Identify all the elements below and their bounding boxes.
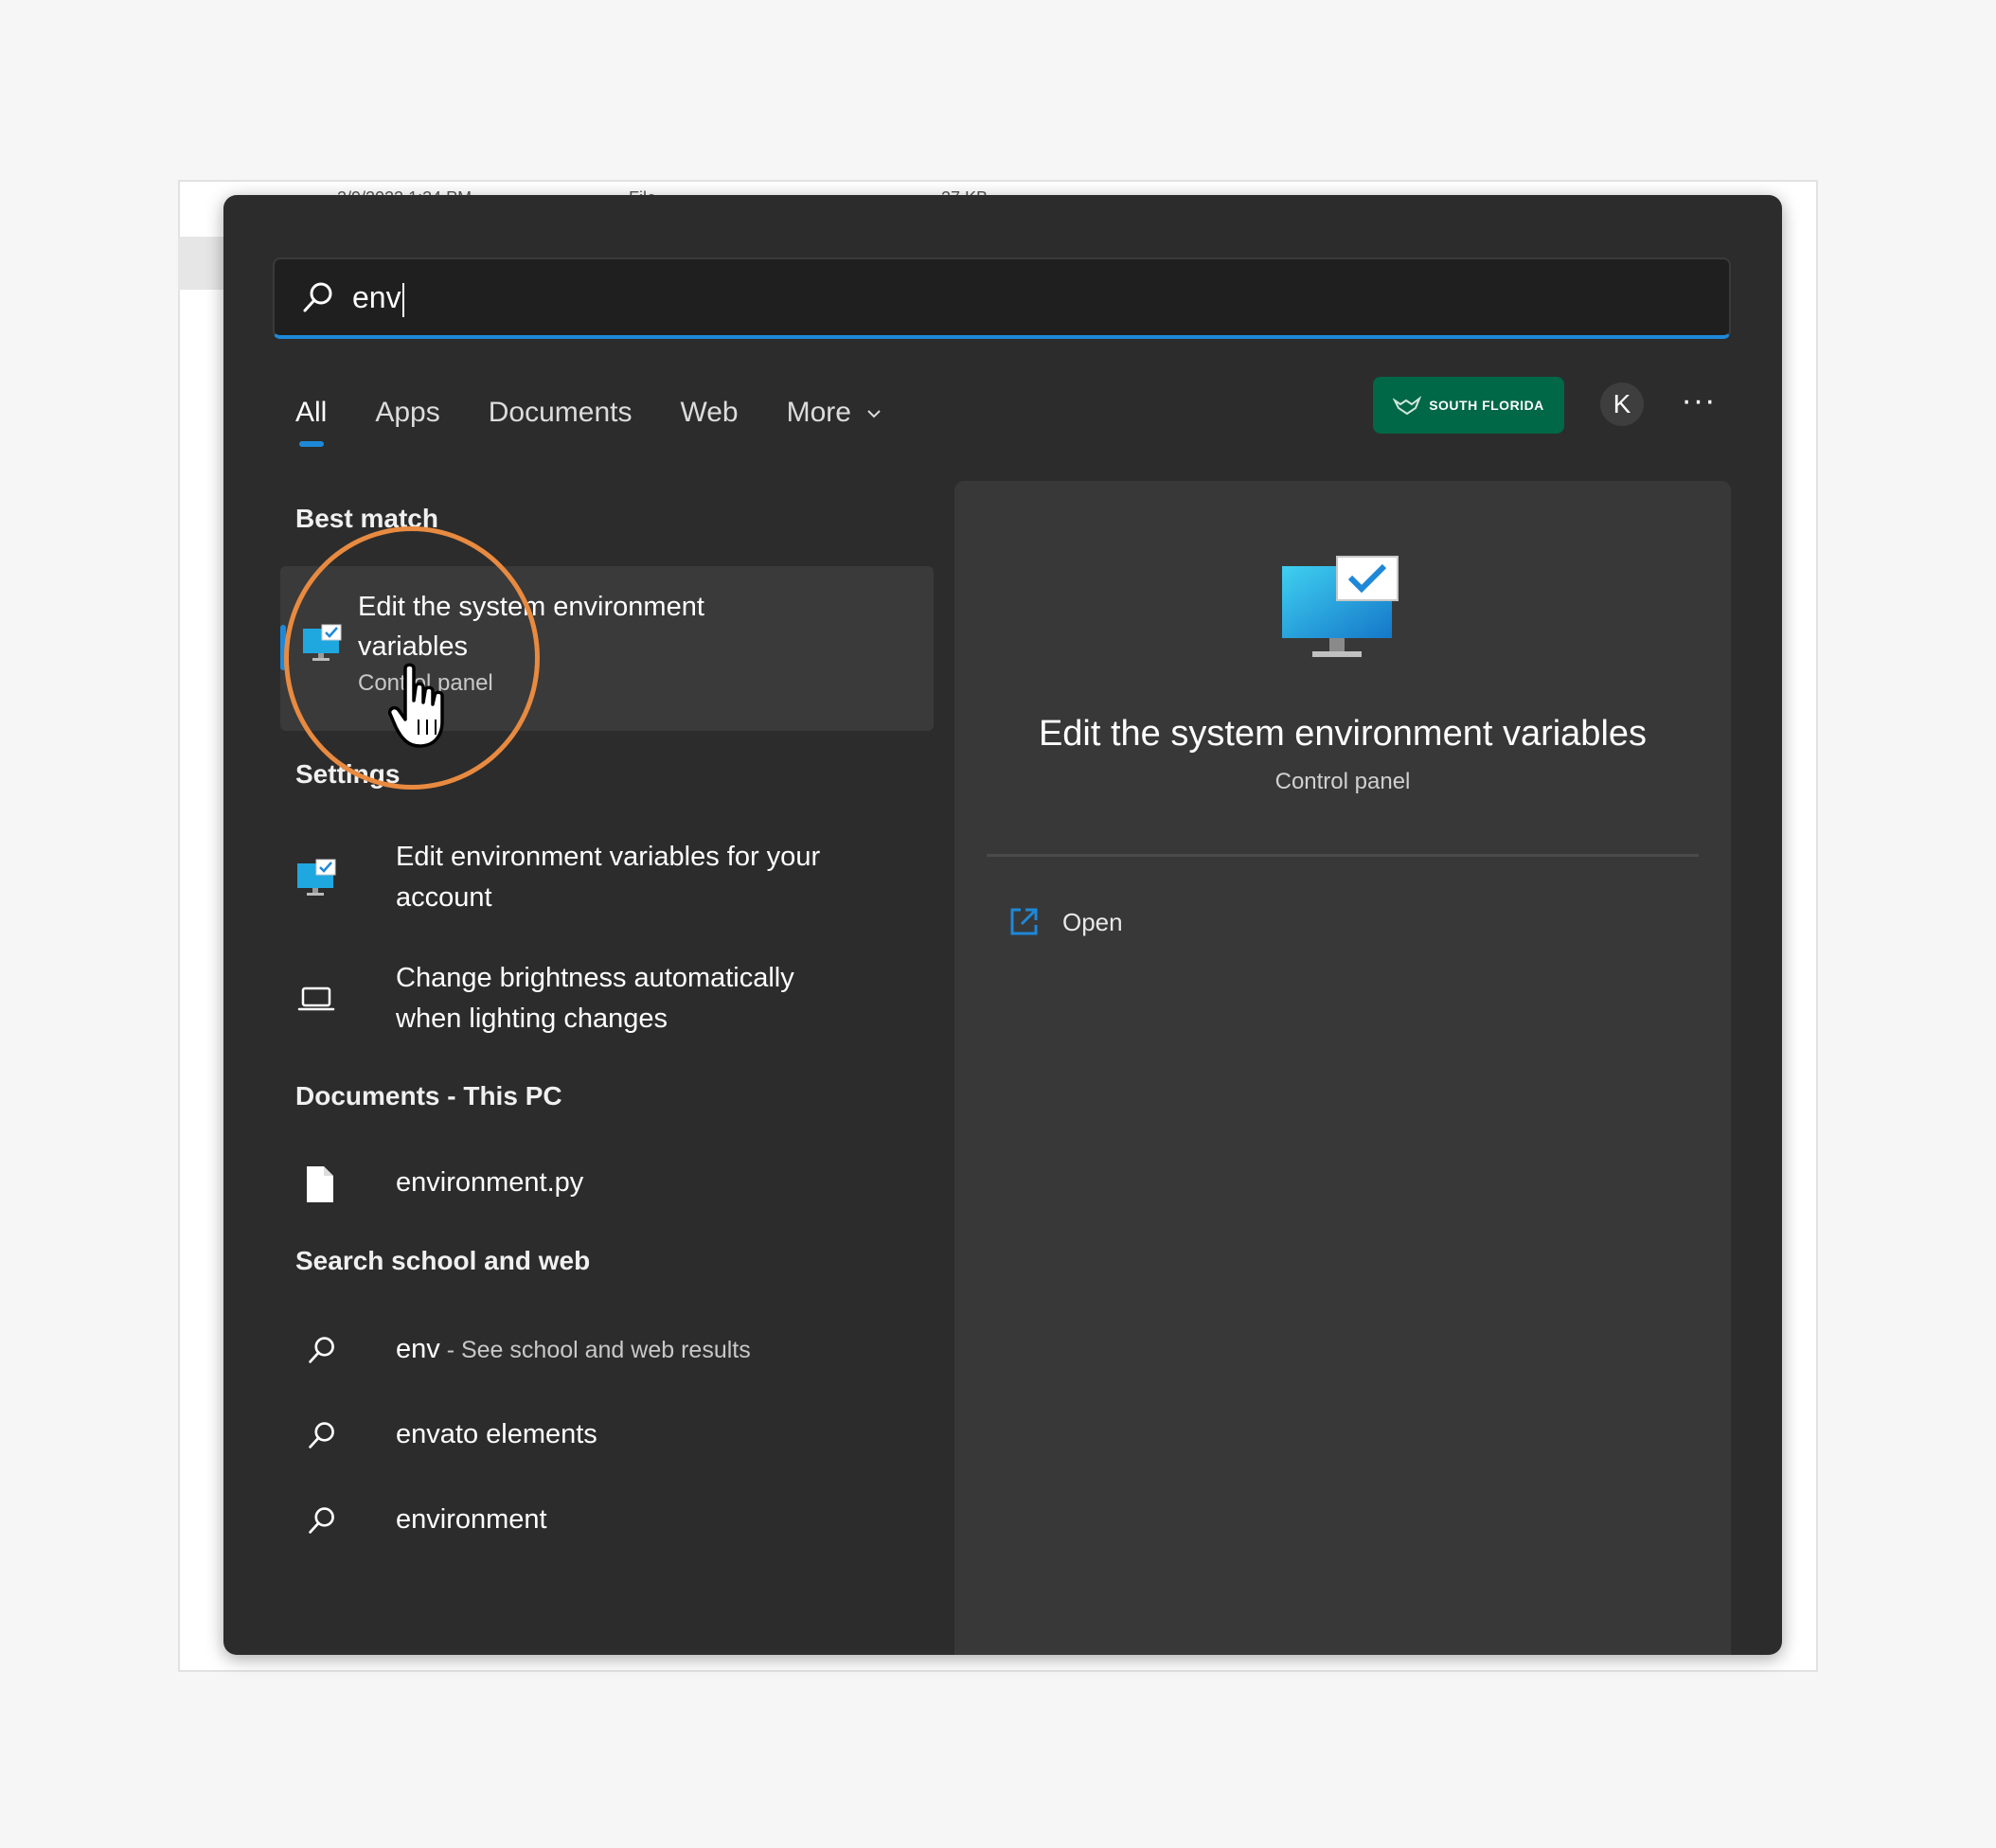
background-file-type: File [629,186,656,195]
active-tab-indicator [299,441,324,447]
selection-indicator [280,625,286,670]
tab-more[interactable]: More [787,390,882,447]
tab-documents[interactable]: Documents [489,390,633,447]
web-result-hint: - See school and web results [439,1337,751,1363]
search-icon [303,282,332,312]
laptop-icon [297,986,335,1011]
filter-tabs: All Apps Documents Web More [295,390,930,447]
search-icon [309,1507,334,1534]
open-action-button[interactable]: Open [1007,903,1123,941]
tab-all[interactable]: All [295,390,327,447]
settings-result-brightness[interactable]: Change brightness automatically when lig… [295,958,970,1043]
text-caret [401,282,404,317]
open-external-icon [1010,908,1038,935]
section-search-web: Search school and web [295,1246,591,1275]
section-best-match: Best match [295,504,438,533]
background-file-date: 2/9/2022 1:34 PM [337,186,472,195]
web-result-environment[interactable]: environment [295,1490,970,1556]
background-file-size: 27 KB [941,186,988,195]
section-documents: Documents - This PC [295,1081,562,1111]
result-preview-pane: Edit the system environment variables Co… [954,481,1731,1655]
settings-result-label: Change brightness automatically when lig… [396,963,794,1034]
best-match-result[interactable]: Edit the system environment variables Co… [280,566,934,731]
section-settings: Settings [295,759,401,789]
search-icon [309,1422,334,1448]
chevron-down-icon [867,410,882,418]
search-query[interactable]: env [352,276,404,318]
web-result-label: env - See school and web results [396,1329,860,1371]
hand-pointer-cursor-icon [388,663,444,748]
preview-subtitle: Control panel [1274,769,1411,794]
monitor-check-icon [297,859,336,896]
document-result-label: environment.py [396,1167,584,1198]
preview-title: Edit the system environment variables [1038,714,1648,754]
monitor-check-icon [303,624,342,661]
web-result-env[interactable]: env - See school and web results [295,1320,970,1386]
web-result-envato-elements[interactable]: envato elements [295,1405,970,1471]
search-icon [309,1337,334,1363]
start-search-panel: env All Apps Documents Web More SOUTH FL… [223,195,1782,1655]
document-result-environment-py[interactable]: environment.py [295,1153,970,1219]
open-action-label: Open [1062,907,1123,936]
preview-divider [987,854,1699,857]
tab-web[interactable]: Web [680,390,738,447]
bull-logo-icon [1393,396,1422,416]
settings-result-label: Edit environment variables for your acco… [396,842,821,913]
user-avatar[interactable]: K [1600,382,1644,426]
monitor-check-icon [1282,556,1399,657]
best-match-title: Edit the system environment variables [358,592,704,662]
web-result-label: environment [396,1504,547,1535]
more-options-button[interactable]: ··· [1678,384,1720,426]
web-result-query: env [396,1334,440,1364]
tab-apps[interactable]: Apps [375,390,439,447]
organization-badge[interactable]: SOUTH FLORIDA [1373,377,1564,434]
search-input[interactable]: env [273,258,1731,339]
organization-name: SOUTH FLORIDA [1429,398,1544,413]
web-result-label: envato elements [396,1419,597,1449]
settings-result-env-account[interactable]: Edit environment variables for your acco… [295,837,970,922]
file-icon [307,1166,333,1202]
